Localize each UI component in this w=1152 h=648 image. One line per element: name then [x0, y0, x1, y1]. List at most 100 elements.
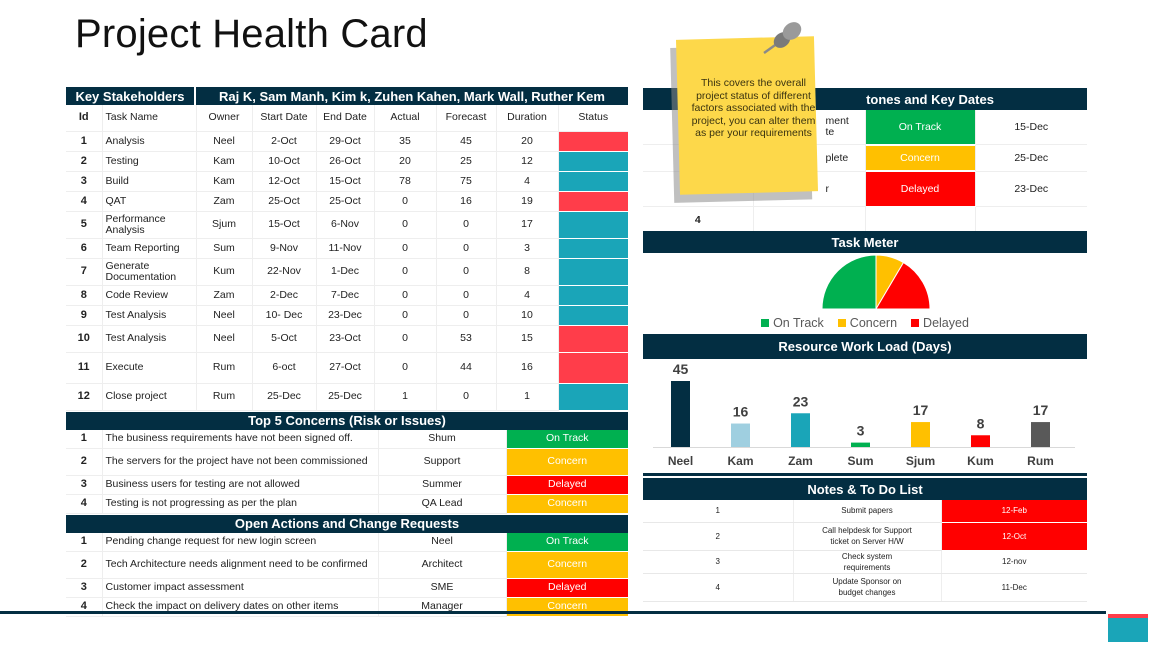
item-text: Testing is not progressing as per the pl…: [102, 494, 379, 514]
status-badge: [866, 208, 975, 232]
item-text: The servers for the project have not bee…: [102, 448, 379, 476]
status-badge: Concern: [506, 551, 628, 578]
item-id: 2: [66, 551, 103, 579]
task-actual: 0: [374, 352, 437, 384]
item-owner: SME: [378, 578, 507, 598]
task-forecast: 44: [436, 352, 497, 384]
task-name: Performance Analysis: [102, 211, 197, 239]
legend-item: On Track: [761, 316, 824, 330]
task-name: Generate Documentation: [102, 258, 197, 286]
task-duration: 4: [496, 171, 559, 192]
resource-workload-panel: Resource Work Load (Days) 45 Neel 16 Kam 23 Z…: [643, 334, 1087, 482]
item-text: Pending change request for new login scr…: [102, 532, 379, 552]
task-duration: 4: [496, 285, 559, 306]
task-start-date: 10- Dec: [252, 305, 317, 326]
milestone-name: [753, 206, 866, 234]
milestone-status: Concern: [865, 144, 976, 172]
note-id: 3: [643, 550, 794, 574]
item-id: 1: [66, 532, 103, 552]
status-indicator: [558, 151, 628, 171]
task-actual: 0: [374, 305, 437, 326]
item-text: Business users for testing are not allow…: [102, 475, 379, 495]
task-status: [558, 258, 628, 286]
task-start-date: 2-Oct: [252, 131, 317, 152]
task-meter-header: Task Meter: [643, 231, 1087, 253]
note-row: 1 Submit papers 12-Feb: [643, 500, 1087, 523]
item-status: Delayed: [506, 578, 628, 598]
task-name: Build: [102, 171, 197, 192]
task-end-date: 23-Oct: [316, 325, 375, 353]
task-row: 1 Analysis Neel 2-Oct 29-Oct 35 45 20: [66, 131, 628, 152]
task-forecast: 0: [436, 383, 497, 411]
bar-sjum: [911, 422, 930, 447]
milestone-status: On Track: [865, 110, 976, 145]
task-end-date: 1-Dec: [316, 258, 375, 286]
milestone-status: [865, 206, 976, 234]
task-duration: 8: [496, 258, 559, 286]
milestone-date: [975, 206, 1087, 234]
task-duration: 16: [496, 352, 559, 384]
task-meter-panel: Task Meter On Track Concern Delayed: [643, 231, 1087, 330]
bar-rum: [1031, 422, 1050, 447]
bar-sum: [851, 442, 870, 447]
task-start-date: 5-Oct: [252, 325, 317, 353]
column-header: Actual: [374, 105, 437, 132]
column-header: Task Name: [102, 105, 197, 132]
task-owner: Rum: [196, 383, 253, 411]
task-end-date: 25-Dec: [316, 383, 375, 411]
task-start-date: 22-Nov: [252, 258, 317, 286]
bar-value-label: 45: [673, 361, 689, 377]
bar-category-label: Kum: [967, 454, 994, 468]
task-status: [558, 171, 628, 192]
task-status: [558, 211, 628, 239]
task-forecast: 75: [436, 171, 497, 192]
task-start-date: 2-Dec: [252, 285, 317, 306]
action-row: 3 Customer impact assessment SME Delayed: [66, 578, 628, 598]
task-duration: 17: [496, 211, 559, 239]
task-id: 1: [66, 131, 103, 152]
task-owner: Sum: [196, 238, 253, 259]
task-owner: Kam: [196, 171, 253, 192]
task-start-date: 10-Oct: [252, 151, 317, 172]
task-status: [558, 238, 628, 259]
task-end-date: 26-Oct: [316, 151, 375, 172]
task-row: 9 Test Analysis Neel 10- Dec 23-Dec 0 0 10: [66, 305, 628, 326]
task-end-date: 15-Oct: [316, 171, 375, 192]
item-owner: Shum: [378, 429, 507, 449]
note-row: 4 Update Sponsor on budget changes 11-Dec: [643, 573, 1087, 602]
bar-neel: [671, 381, 690, 447]
bar-value-label: 16: [733, 404, 749, 420]
task-status: [558, 352, 628, 384]
task-forecast: 45: [436, 131, 497, 152]
item-owner: Support: [378, 448, 507, 476]
task-end-date: 25-Oct: [316, 191, 375, 212]
task-start-date: 9-Nov: [252, 238, 317, 259]
task-duration: 3: [496, 238, 559, 259]
task-row: 11 Execute Rum 6-oct 27-Oct 0 44 16: [66, 352, 628, 384]
item-id: 3: [66, 578, 103, 598]
task-owner: Rum: [196, 352, 253, 384]
bar-kam: [731, 423, 750, 447]
status-indicator: [558, 171, 628, 191]
note-id: 4: [643, 573, 794, 602]
task-name: Test Analysis: [102, 325, 197, 353]
legend-label: Delayed: [923, 316, 969, 330]
status-indicator: [558, 191, 628, 211]
bar-value-label: 17: [913, 402, 929, 418]
note-date: 12-Oct: [941, 522, 1087, 551]
task-row: 12 Close project Rum 25-Dec 25-Dec 1 0 1: [66, 383, 628, 411]
milestone-date: 25-Dec: [975, 144, 1087, 172]
task-id: 7: [66, 258, 103, 286]
milestone-id: 4: [643, 206, 754, 234]
status-indicator: [558, 305, 628, 325]
item-text: Customer impact assessment: [102, 578, 379, 598]
bar-value-label: 17: [1033, 402, 1049, 418]
pie-slice-on-track: [821, 254, 877, 310]
legend-label: Concern: [849, 316, 898, 330]
task-row: 7 Generate Documentation Kum 22-Nov 1-Dec 0 0 8: [66, 258, 628, 286]
concerns-header: Top 5 Concerns (Risk or Issues): [66, 411, 628, 430]
note-text: Submit papers: [793, 500, 942, 523]
task-name: QAT: [102, 191, 197, 212]
item-text: Tech Architecture needs alignment need t…: [102, 551, 379, 579]
task-forecast: 16: [436, 191, 497, 212]
